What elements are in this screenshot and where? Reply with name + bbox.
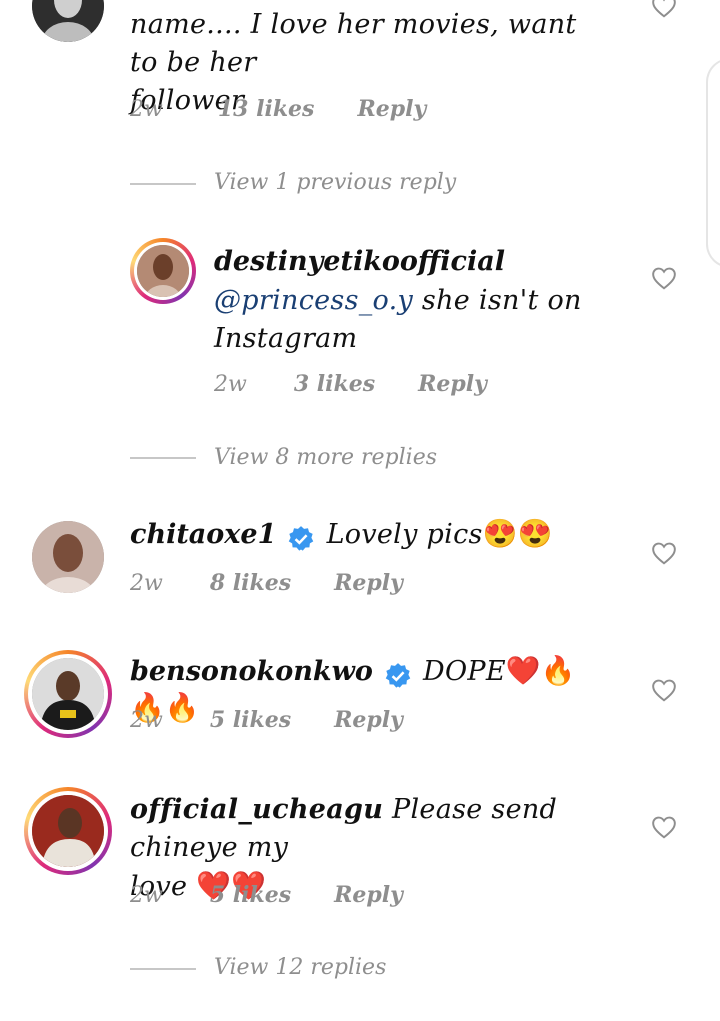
reply-button[interactable]: Reply xyxy=(418,371,487,397)
avatar[interactable] xyxy=(32,795,104,867)
comment-meta: 2w 13 likes Reply xyxy=(130,96,426,122)
reply-button[interactable]: Reply xyxy=(334,707,403,733)
comment-text: Lovely pics xyxy=(326,519,483,550)
comment-text-line: Instagram xyxy=(214,323,358,354)
heart-icon[interactable] xyxy=(651,678,677,702)
comment-text-line: name.... I love her movies, want to be h… xyxy=(130,9,577,78)
username[interactable]: official_ucheagu xyxy=(130,794,383,825)
likes-count[interactable]: 3 likes xyxy=(294,371,375,397)
verified-badge-icon xyxy=(385,662,411,688)
reply-button[interactable]: Reply xyxy=(334,570,403,596)
comment-time: 2w xyxy=(130,97,163,122)
heart-icon[interactable] xyxy=(651,541,677,565)
likes-count[interactable]: 8 likes xyxy=(210,570,291,596)
reply-button[interactable]: Reply xyxy=(357,96,426,122)
divider-line xyxy=(130,183,196,185)
heart-icon[interactable] xyxy=(651,815,677,839)
divider-line xyxy=(130,968,196,970)
view-more-replies[interactable]: View 8 more replies xyxy=(214,445,437,470)
avatar[interactable] xyxy=(32,0,104,42)
heart-icon[interactable] xyxy=(651,266,677,290)
likes-count[interactable]: 5 likes xyxy=(210,707,291,733)
username[interactable]: bensonokonkwo xyxy=(130,656,373,687)
side-panel-edge xyxy=(706,58,720,268)
heart-icon[interactable] xyxy=(651,0,677,18)
reply-body: destinyetikoofficial @princess_o.y she i… xyxy=(214,242,634,358)
comment-meta: 2w 3 likes Reply xyxy=(214,371,487,397)
comment-body: chitaoxe1 Lovely pics😍😍 xyxy=(130,516,610,554)
comment-time: 2w xyxy=(214,372,247,397)
comment-text: DOPE xyxy=(423,656,506,687)
comment-text: she isn't on xyxy=(413,285,582,316)
comment-time: 2w xyxy=(130,708,163,733)
comment-time: 2w xyxy=(130,571,163,596)
view-previous-replies[interactable]: View 1 previous reply xyxy=(214,170,456,195)
emoji-text: 😍😍 xyxy=(482,517,553,550)
username[interactable]: destinyetikoofficial xyxy=(214,242,634,282)
avatar[interactable] xyxy=(137,245,189,297)
username[interactable]: chitaoxe1 xyxy=(130,519,276,550)
avatar[interactable] xyxy=(32,658,104,730)
reply-button[interactable]: Reply xyxy=(334,882,403,908)
comment-meta: 2w 5 likes Reply xyxy=(130,707,403,733)
mention-link[interactable]: @princess_o.y xyxy=(214,285,413,316)
likes-count[interactable]: 5 likes xyxy=(210,882,291,908)
comment-meta: 2w 8 likes Reply xyxy=(130,570,403,596)
divider-line xyxy=(130,457,196,459)
avatar[interactable] xyxy=(32,521,104,593)
comment-meta: 2w 5 likes Reply xyxy=(130,882,403,908)
verified-badge-icon xyxy=(289,525,314,551)
likes-count[interactable]: 13 likes xyxy=(218,96,315,122)
view-replies[interactable]: View 12 replies xyxy=(214,955,386,980)
comment-time: 2w xyxy=(130,883,163,908)
